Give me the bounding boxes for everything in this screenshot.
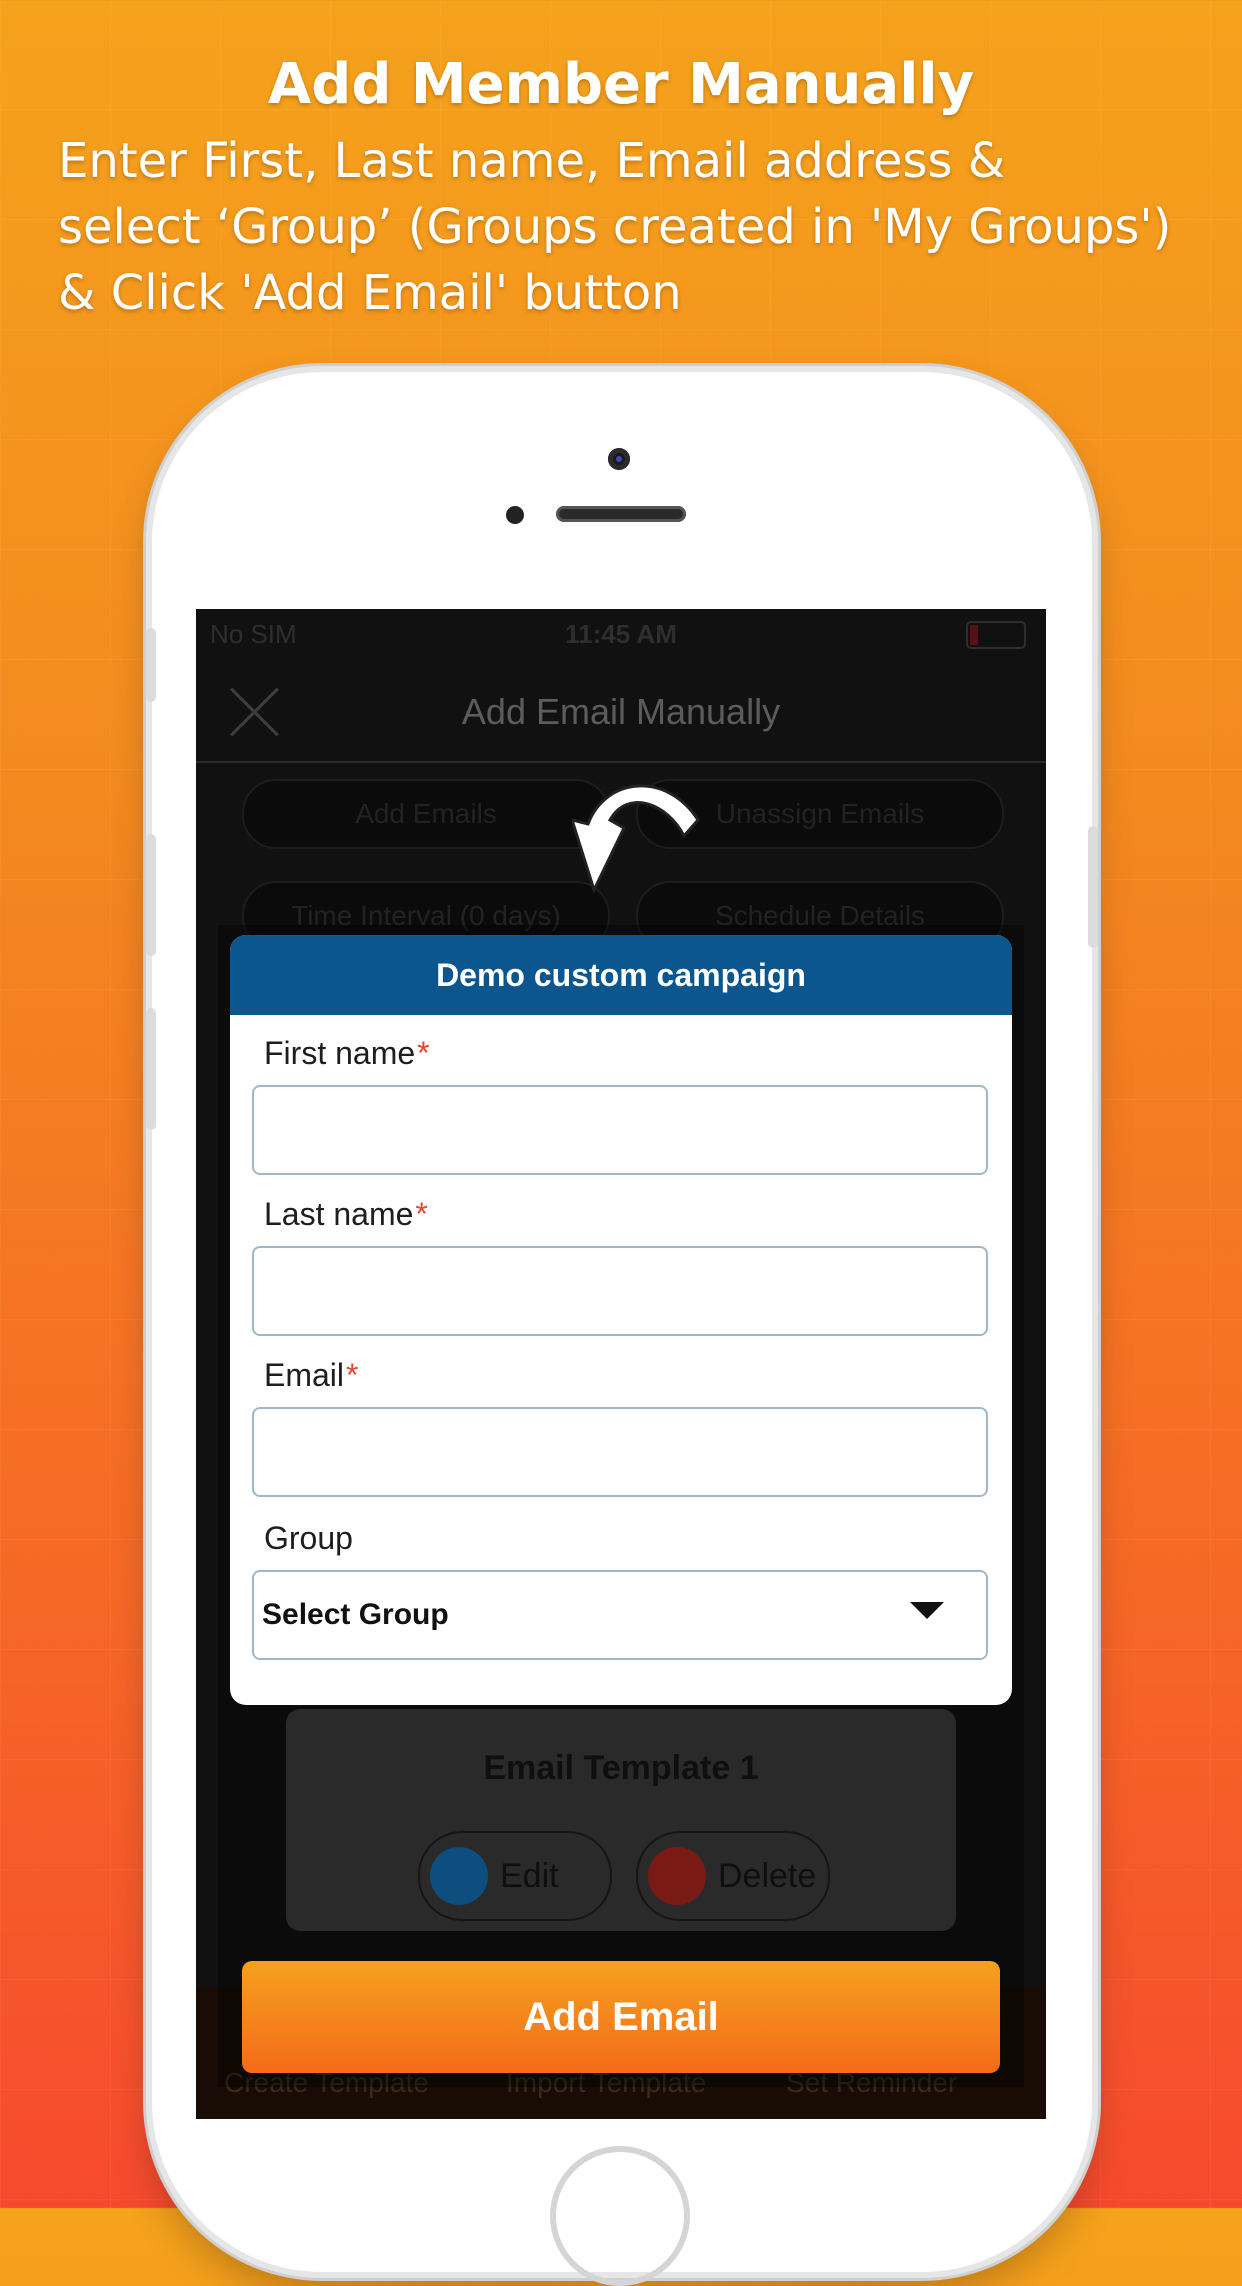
group-select[interactable]: Select Group [252,1570,988,1660]
add-emails-label: Add Emails [355,798,497,829]
template-title: Email Template 1 [483,1749,759,1787]
required-mark: * [346,1357,359,1393]
curved-arrow-icon [572,784,700,895]
phone-mute-switch [146,628,156,702]
trash-icon [648,1847,706,1905]
phone-power-button [1088,826,1098,948]
add-member-dialog: Demo custom campaign First name* Last na… [230,935,1012,1705]
email-label: Email* [264,1357,358,1394]
group-select-value: Select Group [262,1598,449,1631]
chevron-down-icon [910,1602,944,1619]
nav-title: Add Email Manually [461,691,781,732]
phone-volume-down [146,1008,156,1130]
edit-button[interactable]: Edit [418,1831,612,1921]
description-line-1: Enter First, Last name, Email address & [58,133,1006,189]
nav-bar: Add Email Manually [196,659,1046,763]
dialog-title: Demo custom campaign [230,935,1012,1015]
pencil-icon [430,1847,488,1905]
group-label: Group [264,1520,353,1556]
delete-button[interactable]: Delete [636,1831,830,1921]
promo-description: Enter First, Last name, Email address & … [58,128,1208,326]
required-mark: * [417,1035,430,1071]
edit-label: Edit [500,1857,559,1895]
proximity-sensor [506,506,524,524]
required-mark: * [415,1196,428,1232]
home-button[interactable] [550,2146,690,2286]
unassign-emails-label: Unassign Emails [715,798,925,829]
last-name-label: Last name* [264,1196,428,1233]
promo-headline: Add Member Manually [267,52,975,117]
add-email-button[interactable]: Add Email [242,1961,1000,2073]
description-line-3: & Click 'Add Email' button [58,265,682,321]
last-name-field[interactable] [252,1246,988,1336]
front-camera-icon [608,448,630,470]
status-bar: No SIM 11:45 AM [196,609,1046,659]
email-label-text: Email [264,1357,345,1393]
last-name-label-text: Last name [264,1196,414,1232]
first-name-field[interactable] [252,1085,988,1175]
email-field[interactable] [252,1407,988,1497]
description-line-2: select ‘Group’ (Groups created in 'My Gr… [58,199,1172,255]
status-time: 11:45 AM [565,619,677,649]
template-card: Email Template 1 Edit Delete [286,1709,956,1931]
first-name-label: First name* [264,1035,430,1072]
battery-icon [966,621,1026,649]
add-emails-button[interactable]: Add Emails [242,779,610,849]
phone-volume-up [146,834,156,956]
delete-label: Delete [718,1857,817,1895]
earpiece-speaker [556,506,686,522]
first-name-label-text: First name [264,1035,416,1071]
